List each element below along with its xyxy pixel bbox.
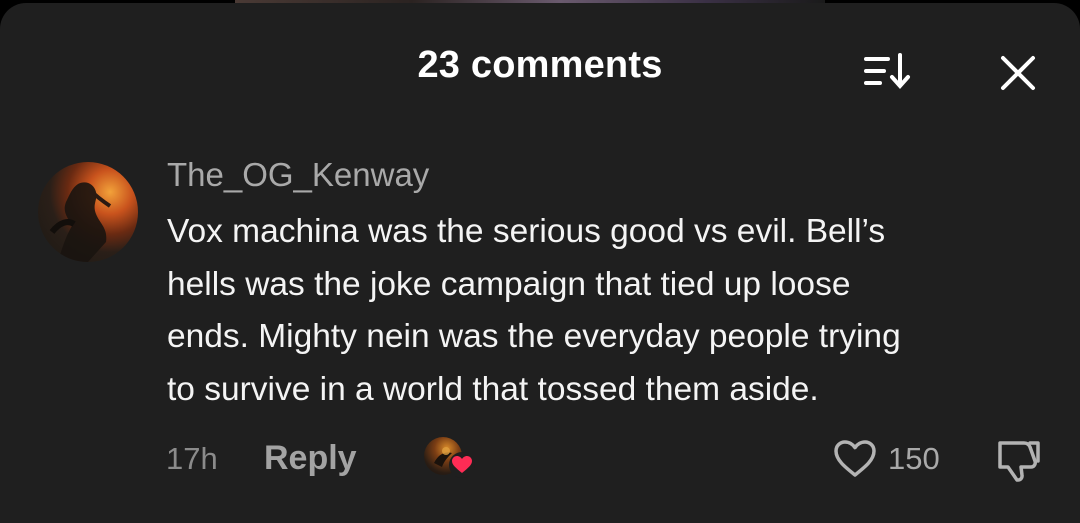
comment-username[interactable]: The_OG_Kenway (167, 155, 429, 195)
reply-button[interactable]: Reply (264, 437, 357, 479)
comment-text: Vox machina was the serious good vs evil… (167, 206, 1037, 416)
comment-text-line: hells was the joke campaign that tied up… (167, 265, 851, 303)
comment-text-line: ends. Mighty nein was the everyday peopl… (167, 318, 901, 355)
close-icon (1001, 56, 1035, 90)
user-avatar[interactable] (38, 162, 138, 262)
like-count: 150 (888, 441, 940, 476)
heart-outline-icon (834, 440, 876, 477)
creator-liked-badge (424, 437, 480, 481)
sort-descending-icon (864, 53, 910, 90)
thumbs-down-icon (998, 441, 1040, 482)
creator-liked-heart-icon (449, 452, 475, 478)
comment-text-line: Vox machina was the serious good vs evil… (167, 213, 886, 250)
comment-timestamp: 17h (166, 441, 218, 476)
dislike-button[interactable] (994, 435, 1044, 483)
avatar-artwork (49, 182, 112, 262)
comments-count-title: 23 comments (417, 44, 663, 86)
like-button[interactable] (832, 438, 878, 480)
comments-sheet: 23 comments The_OG_Kenway Vox machina wa… (0, 3, 1080, 523)
comment-text-line: to survive in a world that tossed them a… (167, 370, 819, 408)
close-button[interactable] (994, 49, 1042, 97)
sort-button[interactable] (858, 49, 918, 93)
